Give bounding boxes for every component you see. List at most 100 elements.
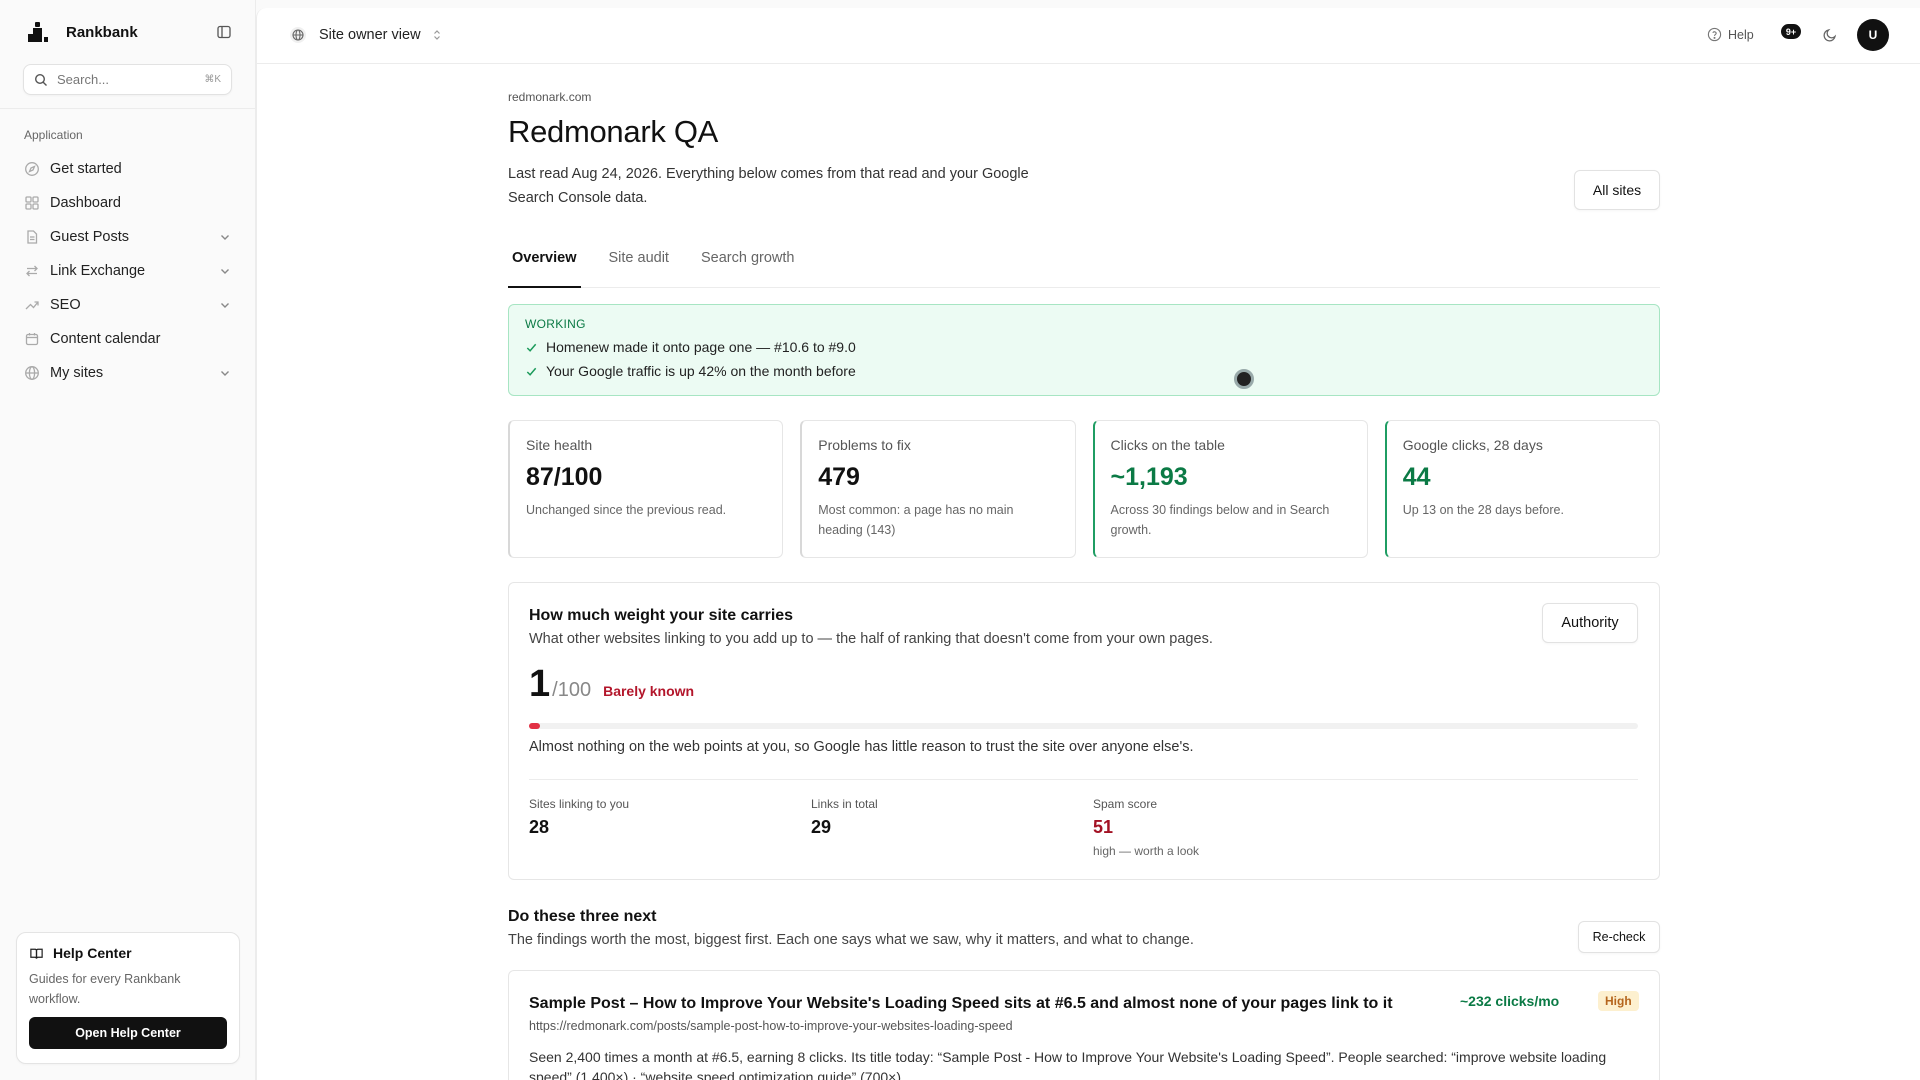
authority-score: 1 /100 Barely known bbox=[529, 663, 694, 706]
brand[interactable]: Rankbank bbox=[26, 20, 138, 44]
finding-url[interactable]: https://redmonark.com/posts/sample-post-… bbox=[529, 1019, 1013, 1033]
stat-label: Clicks on the table bbox=[1110, 437, 1225, 453]
help-center-card: Help Center Guides for every Rankbank wo… bbox=[16, 932, 240, 1064]
site-domain: redmonark.com bbox=[508, 90, 592, 104]
rankbank-logo-icon bbox=[26, 20, 50, 44]
help-link-label: Help bbox=[1728, 27, 1754, 42]
sidebar-divider bbox=[0, 108, 256, 109]
page-tabs: Overview Site audit Search growth bbox=[508, 240, 1660, 288]
authority-button[interactable]: Authority bbox=[1542, 603, 1638, 643]
sidebar: Rankbank ⌘K Application Get started Dash… bbox=[0, 0, 256, 1080]
mouse-cursor bbox=[1234, 369, 1254, 389]
sidebar-item-get-started[interactable]: Get started bbox=[16, 152, 240, 186]
view-switcher[interactable]: Site owner view bbox=[289, 26, 443, 44]
sidebar-item-guest-posts[interactable]: Guest Posts bbox=[16, 220, 240, 254]
stat-value: ~1,193 bbox=[1110, 463, 1188, 491]
authority-progress-fill bbox=[529, 723, 541, 729]
stat-note: Most common: a page has no main heading … bbox=[818, 503, 1014, 537]
page-title: Redmonark QA bbox=[508, 114, 719, 149]
sidebar-item-label: Get started bbox=[50, 161, 122, 177]
sidebar-item-label: Guest Posts bbox=[50, 229, 129, 245]
open-help-center-button[interactable]: Open Help Center bbox=[29, 1017, 227, 1049]
help-card-title: Help Center bbox=[29, 945, 227, 961]
sidebar-item-label: Dashboard bbox=[50, 195, 121, 211]
help-card-title-text: Help Center bbox=[53, 945, 132, 961]
globe-icon bbox=[289, 26, 307, 44]
sidebar-item-seo[interactable]: SEO bbox=[16, 288, 240, 322]
authority-rating: Barely known bbox=[603, 683, 695, 699]
metric-links-total: Links in total 29 bbox=[811, 797, 1093, 858]
page-description: Last read Aug 24, 2026. Everything below… bbox=[508, 166, 1029, 206]
sidebar-item-my-sites[interactable]: My sites bbox=[16, 356, 240, 390]
calendar-icon bbox=[24, 331, 40, 347]
re-check-button[interactable]: Re-check bbox=[1578, 921, 1660, 953]
sidebar-toggle-button[interactable] bbox=[214, 22, 234, 42]
finding-card[interactable]: Sample Post – How to Improve Your Websit… bbox=[508, 970, 1660, 1080]
chevron-down-icon bbox=[218, 298, 232, 312]
authority-progress-bar bbox=[529, 723, 1638, 729]
moon-icon bbox=[1822, 27, 1838, 43]
sidebar-item-dashboard[interactable]: Dashboard bbox=[16, 186, 240, 220]
notifications-button[interactable]: 9+ bbox=[1777, 24, 1803, 46]
metric-label: Links in total bbox=[811, 797, 878, 811]
next-section-description: The findings worth the most, biggest fir… bbox=[508, 932, 1194, 948]
working-item-text: Your Google traffic is up 42% on the mon… bbox=[546, 363, 856, 379]
stat-card-clicks-table: Clicks on the table ~1,193 Across 30 fin… bbox=[1092, 420, 1368, 558]
theme-toggle-button[interactable] bbox=[1822, 27, 1838, 43]
metric-spam-score: Spam score 51 high — worth a look bbox=[1093, 797, 1375, 858]
search-shortcut: ⌘K bbox=[204, 74, 221, 85]
working-label: WORKING bbox=[525, 317, 586, 331]
sidebar-item-label: Link Exchange bbox=[50, 263, 146, 279]
grid-icon bbox=[24, 195, 40, 211]
nav-group-label: Application bbox=[24, 128, 83, 142]
finding-impact: ~232 clicks/mo bbox=[1460, 993, 1560, 1009]
book-icon bbox=[29, 946, 44, 961]
stat-note: Unchanged since the previous read. bbox=[526, 503, 727, 517]
sidebar-item-link-exchange[interactable]: Link Exchange bbox=[16, 254, 240, 288]
trend-up-icon bbox=[24, 297, 40, 313]
working-item-text: Homenew made it onto page one — #10.6 to… bbox=[546, 339, 856, 355]
help-link[interactable]: Help bbox=[1707, 27, 1754, 42]
authority-title: How much weight your site carries bbox=[529, 607, 794, 624]
stat-card-problems: Problems to fix 479 Most common: a page … bbox=[800, 420, 1076, 558]
working-item: Your Google traffic is up 42% on the mon… bbox=[525, 363, 1643, 379]
metric-sub: high — worth a look bbox=[1093, 844, 1200, 858]
search-input[interactable] bbox=[57, 72, 205, 87]
chevron-down-icon bbox=[218, 264, 232, 278]
document-icon bbox=[24, 229, 40, 245]
metric-value: 28 bbox=[529, 817, 550, 837]
user-avatar[interactable]: U bbox=[1857, 19, 1889, 51]
authority-score-value: 1 bbox=[529, 663, 551, 705]
compass-icon bbox=[24, 161, 40, 177]
chevron-down-icon bbox=[218, 230, 232, 244]
tab-search-growth[interactable]: Search growth bbox=[697, 240, 799, 288]
check-icon bbox=[525, 365, 538, 378]
notification-badge: 9+ bbox=[1781, 24, 1801, 39]
finding-title[interactable]: Sample Post – How to Improve Your Websit… bbox=[529, 995, 1393, 1013]
topbar: Site owner view Help 9+ U bbox=[257, 8, 1920, 64]
globe-icon bbox=[24, 365, 40, 381]
all-sites-button[interactable]: All sites bbox=[1574, 170, 1660, 210]
next-section-title: Do these three next bbox=[508, 908, 657, 925]
stat-value: 87/100 bbox=[526, 463, 603, 491]
stat-note: Up 13 on the 28 days before. bbox=[1402, 503, 1564, 517]
sidebar-item-content-calendar[interactable]: Content calendar bbox=[16, 322, 240, 356]
stat-label: Google clicks, 28 days bbox=[1402, 437, 1543, 453]
tab-site-audit[interactable]: Site audit bbox=[605, 240, 673, 288]
working-callout: WORKING Homenew made it onto page one — … bbox=[508, 304, 1660, 396]
metric-value: 29 bbox=[811, 817, 832, 837]
stat-value: 44 bbox=[1402, 463, 1431, 491]
finding-body: Seen 2,400 times a month at #6.5, earnin… bbox=[529, 1049, 1607, 1080]
stat-card-google-clicks: Google clicks, 28 days 44 Up 13 on the 2… bbox=[1384, 420, 1660, 558]
authority-divider bbox=[529, 779, 1638, 780]
stat-label: Problems to fix bbox=[818, 437, 911, 453]
tab-overview[interactable]: Overview bbox=[508, 240, 581, 288]
stat-value: 479 bbox=[818, 463, 860, 491]
brand-name: Rankbank bbox=[66, 23, 138, 41]
sidebar-nav: Get started Dashboard Guest Posts Link E… bbox=[16, 152, 240, 390]
metric-value: 51 bbox=[1093, 817, 1114, 837]
sidebar-item-label: My sites bbox=[50, 365, 104, 381]
authority-description: What other websites linking to you add u… bbox=[529, 631, 1213, 647]
sidebar-search[interactable]: ⌘K bbox=[23, 64, 232, 95]
metric-label: Sites linking to you bbox=[529, 797, 630, 811]
